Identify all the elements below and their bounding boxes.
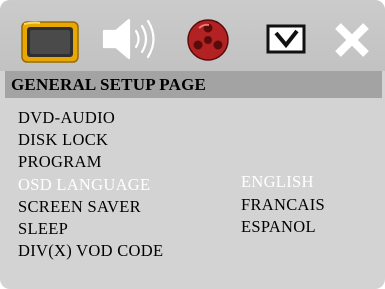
option-francais[interactable]: FRANCAIS xyxy=(241,195,325,215)
video-reel-icon xyxy=(187,19,229,61)
menu-item-program[interactable]: PROGRAM xyxy=(18,152,102,172)
setup-tab-bar xyxy=(0,0,385,71)
tab-video-setup[interactable] xyxy=(176,0,240,71)
menu-item-dvd-audio[interactable]: DVD-AUDIO xyxy=(18,108,115,128)
menu-item-disk-lock[interactable]: DISK LOCK xyxy=(18,130,108,150)
menu-item-screen-saver[interactable]: SCREEN SAVER xyxy=(18,197,141,217)
tab-exit[interactable] xyxy=(324,0,380,71)
audio-speaker-icon xyxy=(102,18,155,60)
osd-setup-screen: GENERAL SETUP PAGE DVD-AUDIO DISK LOCK P… xyxy=(0,0,385,289)
page-header: GENERAL SETUP PAGE xyxy=(5,71,382,98)
menu-item-divx-vod-code[interactable]: DIV(X) VOD CODE xyxy=(18,241,163,261)
menu-item-osd-language[interactable]: OSD LANGUAGE xyxy=(18,175,150,195)
general-setup-tv-icon xyxy=(21,21,79,63)
option-english[interactable]: ENGLISH xyxy=(241,172,314,192)
tab-preference-setup[interactable] xyxy=(258,0,318,71)
preference-checkbox-icon xyxy=(266,24,306,54)
tab-audio-setup[interactable] xyxy=(98,0,170,71)
menu-item-sleep[interactable]: SLEEP xyxy=(18,219,68,239)
page-title: GENERAL SETUP PAGE xyxy=(11,75,207,94)
option-espanol[interactable]: ESPANOL xyxy=(241,217,316,237)
exit-x-icon xyxy=(335,23,369,57)
tab-general-setup[interactable] xyxy=(12,0,84,71)
